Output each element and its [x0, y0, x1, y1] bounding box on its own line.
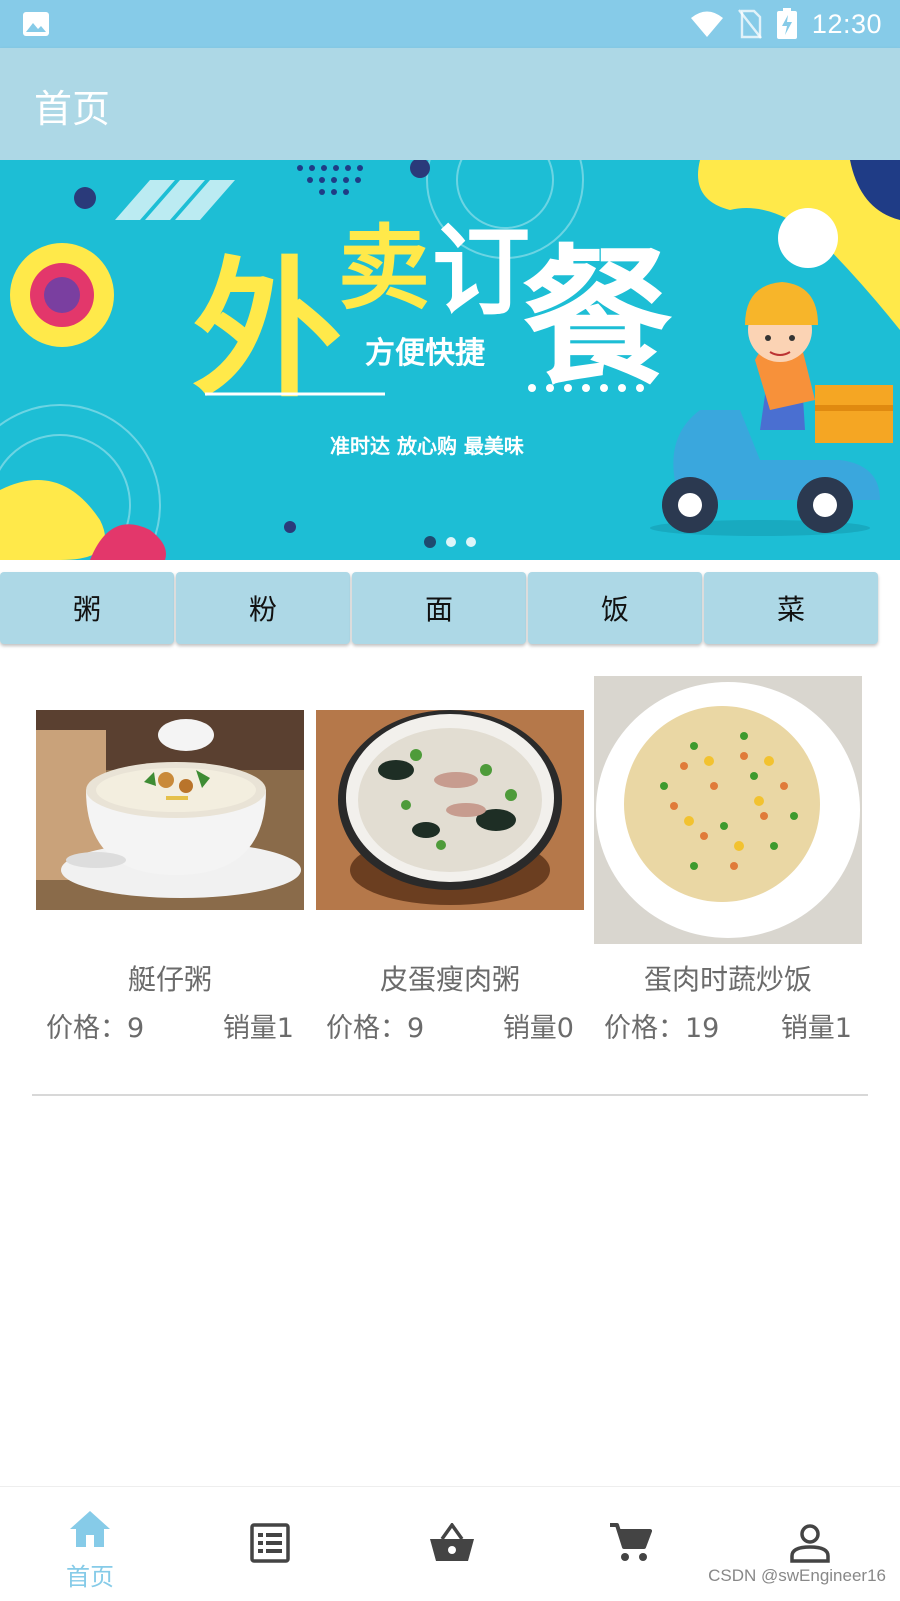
- no-sim-icon: [737, 9, 762, 39]
- wifi-icon: [690, 11, 723, 37]
- cart-icon: [610, 1523, 652, 1561]
- food-card[interactable]: 皮蛋瘦肉粥 价格：9 销量0: [316, 676, 584, 1056]
- person-icon: [790, 1524, 830, 1563]
- banner-headline-char: 卖: [338, 215, 430, 322]
- food-sales: 销量0: [502, 1013, 574, 1044]
- category-button-rice[interactable]: 饭: [528, 572, 702, 644]
- category-button-noodle[interactable]: 面: [352, 572, 526, 644]
- battery-charging-icon: [776, 8, 797, 39]
- food-name: 蛋肉时蔬炒饭: [643, 963, 812, 996]
- food-image: [36, 710, 304, 910]
- nav-item-orders[interactable]: [180, 1487, 360, 1601]
- carousel-dot: [466, 537, 476, 547]
- banner-image: 外 卖 订 餐 方便快捷 准时达 放心购 最美味: [0, 160, 900, 560]
- list-icon: [250, 1523, 290, 1563]
- food-card[interactable]: 艇仔粥 价格：9 销量1: [36, 676, 304, 1056]
- category-button-dish[interactable]: 菜: [704, 572, 878, 644]
- watermark: CSDN @swEngineer16: [708, 1566, 886, 1585]
- food-sales: 销量1: [780, 1013, 852, 1044]
- food-sales: 销量1: [222, 1013, 294, 1044]
- category-button-porridge[interactable]: 粥: [0, 572, 174, 644]
- banner-headline-char: 外: [192, 244, 342, 418]
- nav-item-cart[interactable]: [540, 1487, 720, 1601]
- food-name: 皮蛋瘦肉粥: [379, 963, 520, 996]
- food-image: [316, 710, 584, 910]
- nav-item-home-label: 首页: [66, 1563, 114, 1591]
- gallery-notification-icon: [23, 12, 49, 36]
- status-bar: 12:30: [0, 0, 900, 48]
- list-divider: [32, 1094, 868, 1096]
- food-price: 价格：9: [326, 1013, 425, 1044]
- app-bar: 首页: [0, 48, 900, 160]
- nav-item-basket[interactable]: [360, 1487, 540, 1601]
- food-price: 价格：9: [46, 1013, 145, 1044]
- carousel-dot: [446, 537, 456, 547]
- banner-headline-char: 订: [432, 215, 530, 329]
- food-card[interactable]: 蛋肉时蔬炒饭 价格：19 销量1: [594, 676, 862, 1056]
- status-time: 12:30: [811, 8, 882, 39]
- banner-sub-headline: 方便快捷: [365, 336, 485, 371]
- banner-carousel[interactable]: 外 卖 订 餐 方便快捷 准时达 放心购 最美味: [0, 160, 900, 560]
- food-image: [594, 676, 862, 944]
- home-icon: [70, 1511, 110, 1547]
- banner-tagline: 准时达 放心购 最美味: [330, 434, 524, 458]
- food-name: 艇仔粥: [127, 963, 212, 996]
- page-title: 首页: [34, 87, 111, 131]
- category-button-rice-noodle[interactable]: 粉: [176, 572, 350, 644]
- category-bar: 粥 粉 面 饭 菜: [0, 572, 882, 644]
- food-list: 艇仔粥 价格：9 销量1 皮蛋瘦肉粥 价格：9 销量0 蛋肉时蔬炒饭 价格：19…: [36, 676, 866, 1056]
- carousel-dot: [424, 536, 436, 548]
- basket-icon: [430, 1523, 474, 1561]
- food-price: 价格：19: [604, 1013, 720, 1044]
- nav-item-home[interactable]: 首页: [0, 1487, 180, 1601]
- banner-headline-char: 餐: [522, 232, 672, 406]
